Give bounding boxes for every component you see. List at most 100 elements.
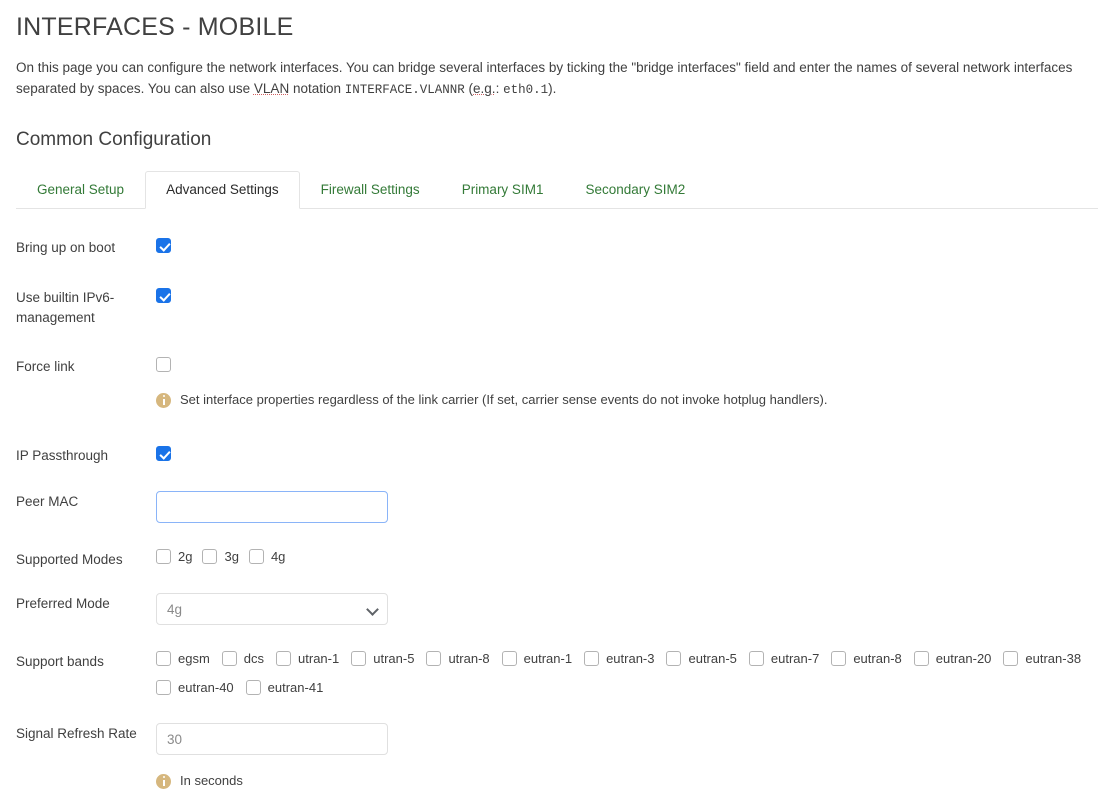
checkbox-support-band-utran-1[interactable] — [276, 651, 292, 666]
tab-general-setup[interactable]: General Setup — [16, 171, 145, 208]
checkbox-support-band-eutran-7[interactable] — [748, 651, 764, 666]
label-peer-mac: Peer MAC — [16, 494, 79, 509]
checkbox-use-builtin-ipv6-management[interactable] — [156, 288, 171, 304]
support-band-eutran-3[interactable]: eutran-3 — [584, 651, 658, 666]
checkbox-support-band-eutran-1[interactable] — [501, 651, 517, 666]
control-support-bands: egsm dcs utran-1 utran-5 utran-8 eutran-… — [156, 651, 1098, 695]
support-band-eutran-5[interactable]: eutran-5 — [666, 651, 740, 666]
label-supported-mode-4g: 4g — [270, 549, 286, 564]
label-support-band-eutran-5: eutran-5 — [688, 651, 737, 666]
checkbox-supported-mode-4g[interactable] — [248, 549, 264, 564]
checkbox-support-band-egsm[interactable] — [156, 651, 171, 666]
control-use-builtin-ipv6-management — [156, 287, 1098, 305]
support-band-utran-1[interactable]: utran-1 — [276, 651, 343, 666]
label-support-band-utran-1: utran-1 — [298, 651, 340, 666]
supported-modes-group: 2g 3g 4g — [156, 549, 1098, 564]
field-ip-passthrough: IP Passthrough — [16, 445, 1098, 467]
field-supported-modes: Supported Modes 2g 3g 4g — [16, 549, 1098, 571]
tab-firewall-settings[interactable]: Firewall Settings — [300, 171, 441, 208]
label-support-band-eutran-3: eutran-3 — [606, 651, 655, 666]
label-support-band-utran-8: utran-8 — [448, 651, 490, 666]
label-support-band-eutran-40: eutran-40 — [178, 680, 234, 695]
intro-vlan-term: VLAN — [253, 81, 290, 96]
supported-mode-2g[interactable]: 2g — [156, 549, 196, 564]
support-band-eutran-7[interactable]: eutran-7 — [748, 651, 823, 666]
support-band-egsm[interactable]: egsm — [156, 651, 214, 666]
signal-refresh-rate-input[interactable] — [156, 723, 388, 755]
checkbox-support-band-eutran-3[interactable] — [584, 651, 600, 666]
label-support-band-eutran-41: eutran-41 — [267, 680, 324, 695]
control-peer-mac — [156, 491, 1098, 523]
help-text-force-link: Set interface properties regardless of t… — [180, 392, 828, 407]
checkbox-support-band-utran-8[interactable] — [426, 651, 442, 666]
label-ip-passthrough: IP Passthrough — [16, 448, 109, 463]
field-preferred-mode: Preferred Mode 4g — [16, 593, 1098, 625]
label-preferred-mode: Preferred Mode — [16, 596, 110, 611]
label-supported-mode-3g: 3g — [224, 549, 239, 564]
intro-code-eth0: eth0.1 — [503, 83, 549, 97]
supported-mode-4g[interactable]: 4g — [248, 549, 289, 564]
supported-mode-3g[interactable]: 3g — [202, 549, 242, 564]
field-support-bands: Support bands egsm dcs utran-1 utran-5 u… — [16, 651, 1098, 695]
checkbox-support-band-eutran-8[interactable] — [831, 651, 847, 666]
preferred-mode-select-wrap: 4g — [156, 593, 388, 625]
section-title-common-configuration: Common Configuration — [16, 129, 212, 150]
support-band-eutran-20[interactable]: eutran-20 — [913, 651, 996, 666]
tab-primary-sim1[interactable]: Primary SIM1 — [441, 171, 565, 208]
page-title: INTERFACES - MOBILE — [16, 13, 294, 41]
support-band-eutran-38[interactable]: eutran-38 — [1003, 651, 1085, 666]
checkbox-ip-passthrough[interactable] — [156, 446, 171, 462]
control-supported-modes: 2g 3g 4g — [156, 549, 1098, 564]
checkbox-force-link[interactable] — [156, 357, 171, 373]
checkbox-supported-mode-3g[interactable] — [202, 549, 218, 564]
intro-text-2: notation — [289, 81, 345, 96]
intro-text-5: ). — [548, 81, 557, 96]
preferred-mode-select[interactable]: 4g — [156, 593, 388, 625]
support-band-dcs[interactable]: dcs — [221, 651, 268, 666]
label-support-band-egsm: egsm — [178, 651, 210, 666]
label-supported-mode-2g: 2g — [178, 549, 193, 564]
label-use-builtin-ipv6-management: Use builtin IPv6-management — [16, 290, 115, 325]
support-band-utran-8[interactable]: utran-8 — [426, 651, 493, 666]
label-support-band-dcs: dcs — [243, 651, 265, 666]
tab-advanced-settings[interactable]: Advanced Settings — [145, 171, 300, 209]
help-force-link: Set interface properties regardless of t… — [156, 391, 1098, 409]
label-support-band-eutran-1: eutran-1 — [523, 651, 573, 666]
support-band-eutran-8[interactable]: eutran-8 — [831, 651, 905, 666]
label-support-band-eutran-7: eutran-7 — [770, 651, 820, 666]
peer-mac-input[interactable] — [156, 491, 388, 523]
checkbox-support-band-eutran-38[interactable] — [1003, 651, 1019, 666]
label-signal-refresh-rate: Signal Refresh Rate — [16, 726, 137, 741]
field-bring-up-on-boot: Bring up on boot — [16, 237, 1098, 259]
support-band-eutran-41[interactable]: eutran-41 — [245, 680, 328, 695]
checkbox-support-band-dcs[interactable] — [221, 651, 237, 666]
info-icon — [156, 392, 171, 408]
checkbox-support-band-eutran-20[interactable] — [913, 651, 929, 666]
checkbox-bring-up-on-boot[interactable] — [156, 238, 171, 254]
checkbox-support-band-eutran-5[interactable] — [666, 651, 682, 666]
support-band-utran-5[interactable]: utran-5 — [351, 651, 418, 666]
support-bands-group: egsm dcs utran-1 utran-5 utran-8 eutran-… — [156, 651, 1098, 695]
page-intro: On this page you can configure the netwo… — [16, 57, 1091, 101]
label-bring-up-on-boot: Bring up on boot — [16, 240, 116, 255]
field-peer-mac: Peer MAC — [16, 491, 1098, 523]
label-support-bands: Support bands — [16, 654, 104, 669]
field-force-link: Force link Set interface properties rega… — [16, 356, 1098, 409]
label-support-band-eutran-38: eutran-38 — [1025, 651, 1082, 666]
page-root: INTERFACES - MOBILE On this page you can… — [0, 0, 1114, 800]
checkbox-support-band-eutran-41[interactable] — [245, 680, 261, 695]
support-band-eutran-1[interactable]: eutran-1 — [501, 651, 576, 666]
label-support-band-eutran-20: eutran-20 — [935, 651, 992, 666]
control-signal-refresh-rate: In seconds — [156, 723, 1098, 790]
support-band-eutran-40[interactable]: eutran-40 — [156, 680, 238, 695]
tab-bar: General Setup Advanced Settings Firewall… — [16, 171, 1098, 209]
control-bring-up-on-boot — [156, 237, 1098, 255]
advanced-settings-form: Bring up on boot Use builtin IPv6-manage… — [16, 209, 1098, 790]
tab-secondary-sim2[interactable]: Secondary SIM2 — [564, 171, 706, 208]
control-preferred-mode: 4g — [156, 593, 1098, 625]
checkbox-support-band-eutran-40[interactable] — [156, 680, 171, 695]
intro-eg-term: e.g. — [473, 81, 496, 96]
checkbox-supported-mode-2g[interactable] — [156, 549, 171, 564]
checkbox-support-band-utran-5[interactable] — [351, 651, 367, 666]
help-signal-refresh-rate: In seconds — [156, 772, 1098, 790]
